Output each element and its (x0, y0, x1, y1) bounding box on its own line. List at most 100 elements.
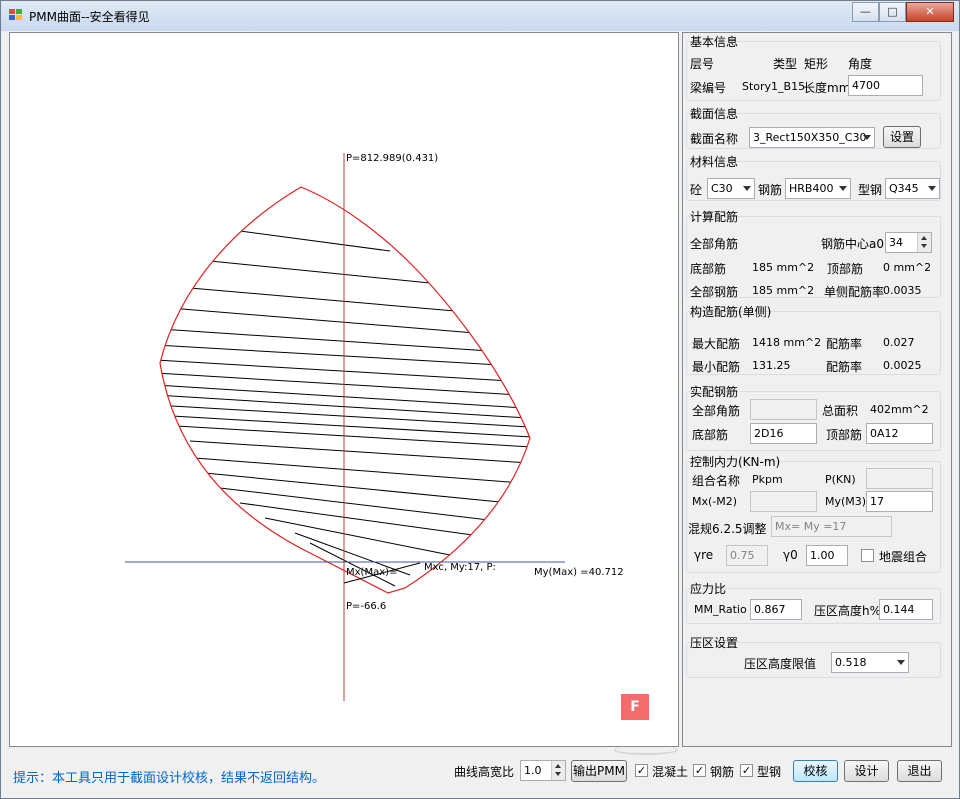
section-info-title: 截面信息 (690, 107, 739, 121)
zone-limit-select[interactable]: 0.518 (831, 652, 909, 673)
y0-label: γ0 (783, 548, 798, 562)
actual-corner-label: 全部角筋 (692, 404, 741, 418)
seismic-checkbox[interactable] (861, 549, 874, 562)
zone-setting-title: 压区设置 (690, 636, 739, 650)
chevron-down-icon (839, 186, 847, 191)
hatch-line (160, 424, 530, 448)
cover-stepper[interactable]: 34 (885, 232, 932, 253)
stress-ratio-group: 应力比 MM_Ratio 0.867 压区高度h% 0.144 (683, 580, 951, 624)
length-input[interactable]: 4700 (848, 75, 923, 96)
actual-corner-input[interactable] (750, 399, 817, 420)
adjust-input[interactable]: Mx= My =17 (771, 516, 892, 537)
construct-rebar-title: 构造配筋(单侧) (690, 305, 772, 319)
my-max-label: My(Max) =40.712 (534, 567, 624, 578)
yre-label: γre (694, 548, 714, 562)
length-label: 长度mm (803, 81, 851, 95)
pmm-curve (159, 186, 531, 594)
zone-height-label: 压区高度h% (814, 604, 882, 618)
y0-input[interactable]: 1.00 (806, 545, 848, 566)
pmm-plot-canvas: P=812.989(0.431) Mx(Max)= Mxc, My:17, P:… (9, 32, 679, 755)
spin-buttons[interactable] (551, 761, 565, 780)
export-pmm-button[interactable]: 输出PMM (571, 760, 627, 782)
design-button[interactable]: 设计 (844, 760, 889, 782)
rebar-check-label: 钢筋 (710, 765, 735, 779)
mm-ratio-label: MM_Ratio (694, 603, 747, 616)
rebar-select[interactable]: HRB400 (785, 178, 851, 199)
exit-button[interactable]: 退出 (897, 760, 942, 782)
concrete-label: 砼 (690, 183, 703, 197)
combo-value: Pkpm (752, 473, 783, 486)
window-title: PMM曲面--安全看得见 (29, 10, 150, 24)
calc-corner-label: 全部角筋 (690, 237, 739, 251)
type-value: 矩形 (804, 57, 829, 71)
hatch-line (204, 472, 511, 504)
hatch-line (194, 457, 523, 484)
hatch-line (169, 307, 476, 334)
my-label: My(M3) (825, 495, 867, 508)
my-input[interactable]: 17 (866, 491, 933, 512)
concrete-checkbox[interactable]: ✓ (635, 764, 648, 777)
stress-ratio-title: 应力比 (690, 582, 727, 596)
hatch-line (160, 359, 511, 382)
calc-ratio-label: 单侧配筋率 (824, 285, 885, 299)
actual-rebar-group: 实配钢筋 全部角筋 总面积 402mm^2 底部筋 2D16 顶部筋 0A12 (683, 383, 951, 451)
actual-top-input[interactable]: 0A12 (866, 423, 933, 444)
mx-input[interactable] (750, 491, 817, 512)
steel-select[interactable]: Q345 (885, 178, 940, 199)
hatch-line (264, 517, 451, 556)
restore-button[interactable]: □ (879, 2, 906, 22)
calc-top-value: 0 mm^2 (883, 261, 932, 274)
brand-logo: F (621, 694, 649, 720)
mx-max-label: Mx(Max)= (346, 567, 397, 578)
construct-max-label: 最大配筋 (692, 337, 741, 351)
construct-min-ratio-value: 0.0025 (883, 359, 922, 372)
construct-min-ratio-label: 配筋率 (826, 360, 863, 374)
curve-ratio-stepper[interactable]: 1.0 (520, 760, 566, 781)
side-panel: 基本信息 层号 类型 矩形 角度 梁编号 Story1_B15 长度mm 470… (682, 32, 952, 747)
chevron-down-icon (897, 660, 905, 665)
p-input[interactable] (866, 468, 933, 489)
mm-ratio-input[interactable]: 0.867 (750, 599, 802, 620)
hint-text: 提示：本工具只用于截面设计校核，结果不返回结构。 (13, 771, 326, 786)
calc-all-value: 185 mm^2 (752, 284, 815, 297)
calc-rebar-group: 计算配筋 全部角筋 钢筋中心a0 34 底部筋 185 mm^2 顶部筋 0 m… (683, 208, 951, 299)
actual-top-label: 顶部筋 (826, 428, 863, 442)
check-button[interactable]: 校核 (793, 760, 838, 782)
seismic-label: 地震组合 (879, 550, 928, 564)
zone-height-input[interactable]: 0.144 (879, 599, 933, 620)
construct-min-label: 最小配筋 (692, 360, 741, 374)
rebar-label: 钢筋 (758, 183, 783, 197)
minimize-button[interactable]: — (852, 2, 879, 22)
hatch-line (160, 394, 529, 419)
hatch-line (209, 260, 431, 284)
hatch-line (239, 502, 481, 537)
main-window: PMM曲面--安全看得见 — □ ✕ P=812.989(0.431) Mx(M… (0, 0, 960, 799)
actual-bottom-input[interactable]: 2D16 (750, 423, 817, 444)
combo-label: 组合名称 (692, 474, 741, 488)
calc-bottom-label: 底部筋 (690, 262, 727, 276)
p-max-label: P=812.989(0.431) (346, 153, 438, 164)
section-name-select[interactable]: 3_Rect150X350_C30 (749, 127, 875, 148)
pmm-plot: P=812.989(0.431) Mx(Max)= Mxc, My:17, P:… (125, 153, 624, 701)
steel-check-label: 型钢 (757, 765, 782, 779)
section-settings-button[interactable]: 设置 (883, 126, 921, 148)
steel-checkbox[interactable]: ✓ (740, 764, 753, 777)
chevron-down-icon (928, 186, 936, 191)
actual-rebar-title: 实配钢筋 (690, 385, 739, 399)
section-name-label: 截面名称 (690, 132, 739, 146)
cover-label: 钢筋中心a0 (821, 237, 884, 251)
concrete-select[interactable]: C30 (707, 178, 755, 199)
app-icon (9, 9, 23, 21)
floor-label: 层号 (690, 57, 715, 71)
angle-label: 角度 (848, 57, 873, 71)
spin-buttons[interactable] (917, 233, 931, 252)
hatch-line (219, 487, 498, 522)
close-button[interactable]: ✕ (906, 2, 954, 22)
calc-ratio-value: 0.0035 (883, 284, 922, 297)
actual-total-label: 总面积 (822, 404, 859, 418)
section-info-group: 截面信息 截面名称 3_Rect150X350_C30 设置 (683, 105, 951, 151)
material-info-group: 材料信息 砼 C30 钢筋 HRB400 型钢 Q345 (683, 153, 951, 203)
yre-input[interactable]: 0.75 (726, 545, 768, 566)
hatch-line (160, 384, 526, 409)
rebar-checkbox[interactable]: ✓ (693, 764, 706, 777)
